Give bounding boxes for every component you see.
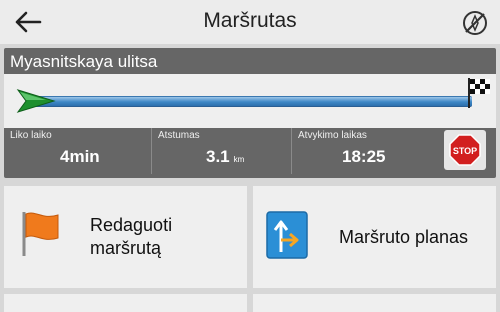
stop-sign-icon: STOP [449,134,481,166]
compass-crossed-icon [463,11,487,35]
edit-route-label: Redaguoti maršrutą [90,215,173,258]
distance-unit: km [233,155,245,164]
stop-navigation-button[interactable]: STOP [444,130,486,170]
time-left-value: 4min [60,147,100,166]
turn-arrows-icon [266,211,308,259]
start-arrow-icon [16,89,56,113]
finish-flag-icon [468,78,490,108]
distance-label: Atstumas [158,130,200,141]
menu-tile-bottom-right[interactable] [253,294,496,312]
header-bar: Maršrutas [0,0,500,44]
route-plan-label: Maršruto planas [339,227,469,247]
menu-tile-bottom-left[interactable] [4,294,247,312]
svg-text:STOP: STOP [453,146,477,156]
time-left-label: Liko laiko [10,130,52,141]
arrival-stat: Atvykimo laikas 18:25 [292,128,442,174]
distance-value: 3.1 km [206,147,245,166]
route-progress-area [4,74,496,128]
page-title: Maršrutas [203,9,297,32]
time-left-stat: Liko laiko 4min [4,128,152,174]
cancel-route-button[interactable] [460,8,490,38]
edit-route-button[interactable]: Redaguoti maršrutą [4,186,247,288]
arrival-value: 18:25 [342,147,386,166]
distance-stat: Atstumas 3.1 km [152,128,292,174]
route-stats: Liko laiko 4min Atstumas 3.1 km Atvykimo … [4,128,444,174]
route-plan-button[interactable]: Maršruto planas [253,186,496,288]
orange-flag-icon [22,212,59,256]
route-info-panel: Myasnitskaya ulitsa Liko laiko 4min Atst… [4,48,496,178]
route-progress-bar [32,96,472,107]
street-name: Myasnitskaya ulitsa [10,52,158,71]
arrival-label: Atvykimo laikas [298,130,367,141]
